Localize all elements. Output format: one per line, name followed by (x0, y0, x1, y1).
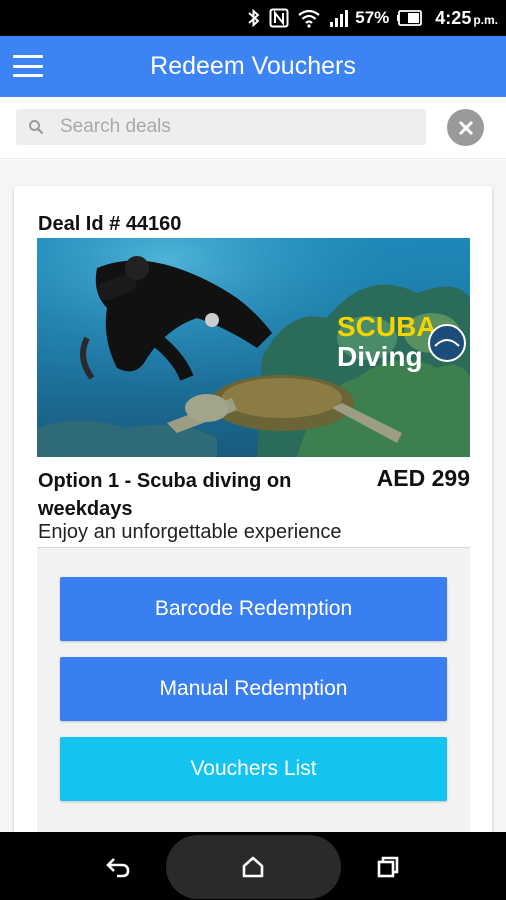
nfc-icon (269, 8, 289, 28)
back-icon[interactable] (101, 850, 135, 884)
search-box[interactable] (16, 109, 426, 145)
page-title: Redeem Vouchers (150, 52, 356, 80)
status-bar: 57% 4:25 p.m. (0, 0, 506, 36)
app-bar: Redeem Vouchers (0, 36, 506, 97)
close-icon (458, 120, 473, 135)
search-icon (16, 119, 56, 135)
bluetooth-icon (247, 8, 261, 28)
barcode-redemption-button[interactable]: Barcode Redemption (60, 577, 447, 641)
scuba-logo-line1: SCUBA (337, 311, 437, 342)
deal-card: Deal Id # 44160 SCUBA Diving Option 1 - … (14, 186, 492, 832)
redemption-actions: Barcode Redemption Manual Redemption Vou… (37, 548, 470, 832)
navigation-bar (0, 832, 506, 900)
deal-id: Deal Id # 44160 (38, 213, 182, 235)
home-icon[interactable] (236, 850, 270, 884)
clock-time: 4:25 (435, 7, 472, 28)
deal-subtitle: Enjoy an unforgettable experience (38, 521, 342, 543)
battery-icon (397, 10, 423, 26)
search-row (0, 97, 506, 159)
content-area: Deal Id # 44160 SCUBA Diving Option 1 - … (0, 160, 506, 832)
recents-icon[interactable] (371, 850, 405, 884)
hamburger-menu-icon[interactable] (12, 51, 44, 81)
deal-price: AED 299 (376, 465, 470, 491)
wifi-icon (297, 8, 321, 28)
scuba-logo-line2: Diving (337, 341, 423, 372)
clear-search-button[interactable] (447, 109, 484, 146)
manual-redemption-button[interactable]: Manual Redemption (60, 657, 447, 721)
search-input[interactable] (60, 116, 420, 138)
signal-icon (329, 8, 349, 28)
vouchers-list-button[interactable]: Vouchers List (60, 737, 447, 801)
battery-percent: 57% (355, 8, 390, 27)
deal-image: SCUBA Diving (37, 238, 470, 457)
clock: 4:25 p.m. (435, 8, 498, 29)
option-title: Option 1 - Scuba diving on weekdays (38, 470, 292, 520)
clock-ampm: p.m. (473, 12, 498, 27)
